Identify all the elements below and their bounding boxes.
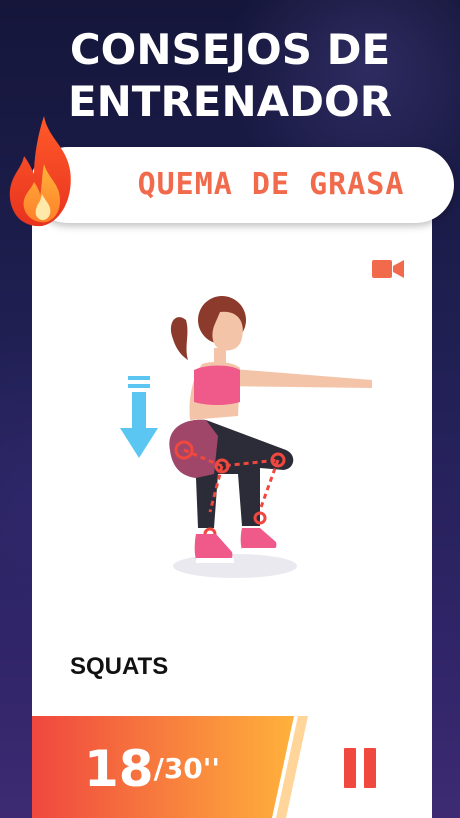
timer-total: /30'' [153, 752, 220, 785]
pause-button[interactable] [342, 748, 378, 788]
headline-line-1: CONSEJOS DE [69, 25, 391, 74]
flame-icon [9, 116, 71, 227]
down-arrow-icon [120, 376, 158, 458]
video-camera-icon[interactable] [372, 258, 404, 280]
timer-current: 18 [84, 740, 154, 798]
squat-illustration [120, 296, 372, 578]
exercise-timer: 18/30'' [84, 734, 284, 804]
category-label: QUEMA DE GRASA [137, 167, 405, 202]
category-banner: QUEMA DE GRASA [30, 147, 454, 223]
pause-icon [344, 748, 356, 788]
exercise-controls: 18/30'' [32, 716, 432, 818]
exercise-name: SQUATS [70, 653, 169, 680]
